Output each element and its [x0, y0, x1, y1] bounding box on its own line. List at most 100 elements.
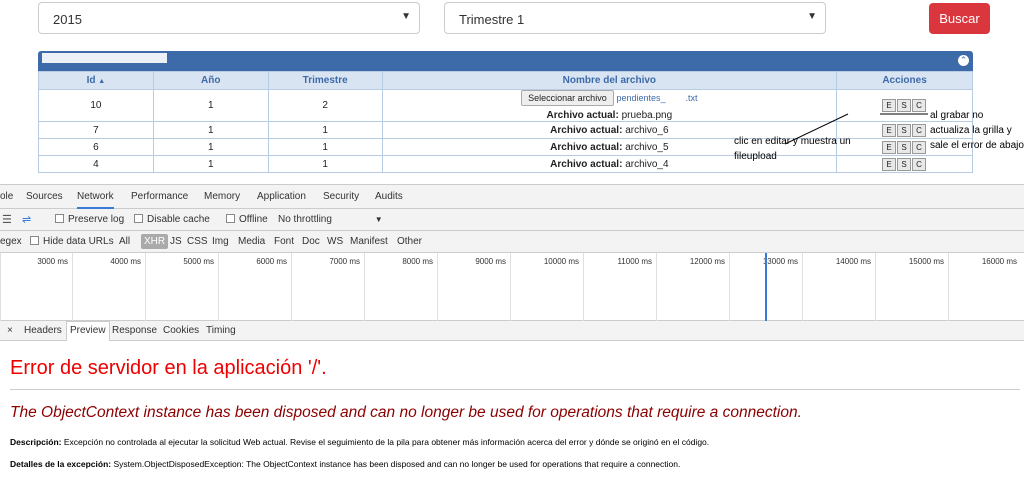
offline-label: Offline — [239, 214, 268, 225]
timeline-tick: 16000 ms — [948, 253, 1021, 321]
filter-css[interactable]: CSS — [187, 236, 208, 247]
filter-font[interactable]: Font — [274, 236, 294, 247]
filter-other[interactable]: Other — [397, 236, 422, 247]
devtools-panel: ole Sources Network Performance Memory A… — [0, 184, 1024, 481]
tab-headers[interactable]: Headers — [24, 325, 62, 336]
filter-img[interactable]: Img — [212, 236, 229, 247]
column-header-year[interactable]: Año — [152, 71, 269, 90]
preserve-log-checkbox[interactable] — [55, 214, 64, 223]
year-select[interactable]: 2015 ▼ — [38, 2, 420, 34]
error-description-text: Excepción no controlada al ejecutar la s… — [63, 437, 710, 447]
edit-button[interactable]: E — [882, 157, 897, 171]
hide-data-urls-toggle[interactable]: Hide data URLs — [30, 236, 114, 247]
filter-doc[interactable]: Doc — [302, 236, 320, 247]
column-header-quarter[interactable]: Trimestre — [267, 71, 383, 90]
timeline-tick: 14000 ms — [802, 253, 875, 321]
select-button[interactable]: S — [897, 157, 912, 171]
hide-data-urls-checkbox[interactable] — [30, 236, 39, 245]
column-header-actions: Acciones — [836, 71, 973, 90]
current-file-label: Archivo actual: — [550, 141, 623, 153]
timeline-tick-label: 14000 ms — [835, 257, 871, 266]
filter-manifest[interactable]: Manifest — [350, 236, 388, 247]
timeline-tick: 8000 ms — [364, 253, 437, 321]
network-timeline[interactable]: 3000 ms 4000 ms 5000 ms 6000 ms 7000 ms … — [0, 253, 1024, 321]
error-title: Error de servidor en la aplicación '/'. — [10, 357, 327, 379]
filter-js[interactable]: JS — [170, 236, 182, 247]
timeline-tick-label: 11000 ms — [617, 257, 652, 266]
filter-ws[interactable]: WS — [327, 236, 343, 247]
tab-security[interactable]: Security — [323, 191, 359, 202]
tab-response[interactable]: Response — [112, 325, 157, 336]
network-toolbar: ☰ ⇌ Preserve log Disable cache Offline N… — [0, 209, 1024, 231]
timeline-tick-label: 4000 ms — [110, 257, 141, 266]
timeline-tick: 3000 ms — [0, 253, 72, 321]
collapse-icon[interactable]: ⌃ — [958, 55, 969, 66]
timeline-tick-label: 5000 ms — [183, 257, 214, 266]
disable-cache-label: Disable cache — [147, 214, 210, 225]
search-button[interactable]: Buscar — [929, 3, 990, 34]
disable-cache-toggle[interactable]: Disable cache — [134, 214, 210, 225]
timeline-tick-label: 15000 ms — [908, 257, 944, 266]
column-header-id[interactable]: Id ▲ — [38, 71, 154, 90]
close-icon[interactable]: × — [7, 325, 13, 336]
filter-xhr[interactable]: XHR — [141, 234, 169, 249]
error-details-text: System.ObjectDisposedException: The Obje… — [113, 459, 681, 469]
tab-timing[interactable]: Timing — [206, 325, 236, 336]
offline-toggle[interactable]: Offline — [226, 214, 268, 225]
list-view-icon[interactable]: ☰ — [2, 213, 12, 226]
tab-network[interactable]: Network — [77, 191, 114, 209]
disable-cache-checkbox[interactable] — [134, 214, 143, 223]
error-description-label: Descripción: — [10, 437, 62, 447]
chevron-down-icon: ▼ — [807, 11, 817, 22]
cell-quarter: 2 — [267, 89, 383, 122]
filter-media[interactable]: Media — [238, 236, 265, 247]
tab-performance[interactable]: Performance — [131, 191, 188, 202]
tab-console[interactable]: ole — [0, 191, 13, 202]
filter-all[interactable]: All — [119, 236, 130, 247]
cell-id: 7 — [38, 121, 154, 139]
cell-quarter: 1 — [267, 121, 383, 139]
cancel-button[interactable]: C — [912, 157, 927, 171]
offline-checkbox[interactable] — [226, 214, 235, 223]
cell-actions: ESC — [836, 155, 973, 173]
quarter-select[interactable]: Trimestre 1 ▼ — [444, 2, 826, 34]
chevron-down-icon: ▼ — [374, 215, 383, 224]
timeline-tick-label: 8000 ms — [402, 257, 433, 266]
waterfall-icon[interactable]: ⇌ — [22, 213, 31, 226]
tab-sources[interactable]: Sources — [26, 191, 63, 202]
timeline-tick: 7000 ms — [291, 253, 364, 321]
tab-application[interactable]: Application — [257, 191, 306, 202]
tab-preview[interactable]: Preview — [66, 321, 110, 341]
cell-id: 10 — [38, 89, 154, 122]
timeline-tick: 12000 ms — [656, 253, 729, 321]
error-details-label: Detalles de la excepción: — [10, 459, 112, 469]
tab-audits[interactable]: Audits — [375, 191, 403, 202]
error-description: Descripción: Excepción no controlada al … — [10, 437, 709, 447]
error-message: The ObjectContext instance has been disp… — [10, 404, 802, 421]
error-details: Detalles de la excepción: System.ObjectD… — [10, 459, 680, 469]
timeline-tick: 5000 ms — [145, 253, 218, 321]
timeline-tick-label: 6000 ms — [256, 257, 287, 266]
current-file-value: archivo_6 — [625, 124, 669, 136]
network-filter-bar: egex Hide data URLs All XHR JS CSS Img M… — [0, 231, 1024, 253]
panel-title-redacted — [42, 53, 167, 63]
timeline-tick-label: 10000 ms — [543, 257, 579, 266]
preserve-log-toggle[interactable]: Preserve log — [55, 214, 124, 225]
cell-year: 1 — [152, 138, 269, 156]
cell-file: Seleccionar archivo pendientes_ .txt Arc… — [381, 89, 838, 122]
throttling-select[interactable]: No throttling ▼ — [278, 214, 383, 225]
cell-id: 4 — [38, 155, 154, 173]
choose-file-button[interactable]: Seleccionar archivo — [521, 90, 614, 106]
request-detail-tabs: × Headers Preview Response Cookies Timin… — [0, 321, 1024, 341]
hide-data-urls-label: Hide data URLs — [43, 236, 114, 247]
column-header-filename[interactable]: Nombre del archivo — [381, 71, 838, 90]
cell-quarter: 1 — [267, 138, 383, 156]
current-file-value: archivo_5 — [625, 141, 669, 153]
timeline-tick-label: 7000 ms — [329, 257, 360, 266]
annotation-left: clic en editar y muestra un fileupload — [734, 136, 851, 162]
tab-cookies[interactable]: Cookies — [163, 325, 199, 336]
tab-memory[interactable]: Memory — [204, 191, 240, 202]
regex-label[interactable]: egex — [0, 236, 22, 247]
timeline-tick-label: 3000 ms — [37, 257, 68, 266]
timeline-tick: 10000 ms — [510, 253, 583, 321]
